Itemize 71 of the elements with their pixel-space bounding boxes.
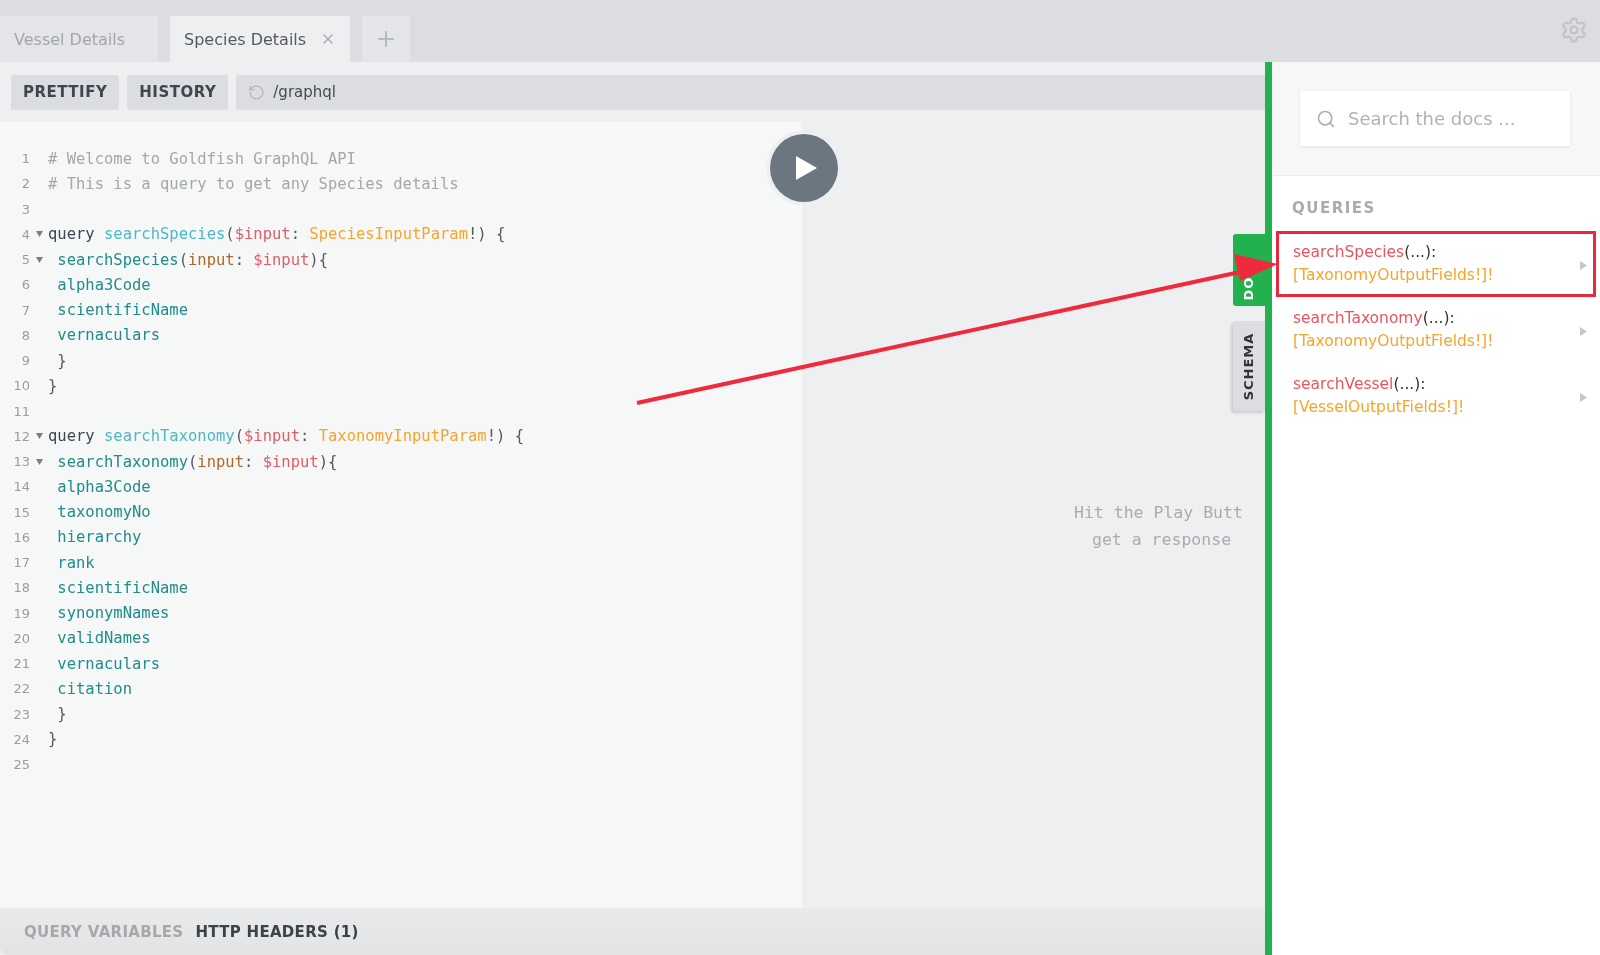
expand-caret-icon [1580, 327, 1587, 336]
code-line: synonymNames [56, 604, 170, 623]
toolbar-button[interactable]: HISTORY [127, 74, 229, 110]
expand-caret-icon [1580, 393, 1587, 402]
result-hint-text: Hit the Play Butt [1074, 502, 1243, 524]
side-tab[interactable]: SCHEMA [1233, 321, 1265, 411]
code-line: validNames [56, 629, 151, 648]
code-line: } [56, 351, 67, 370]
code-line: alpha3Code [56, 477, 151, 496]
code-line: query searchTaxonomy($input: TaxonomyInputParam!) { [48, 427, 524, 446]
code-line: scientificName [56, 578, 188, 597]
line-number: 12 [12, 428, 30, 444]
line-number: 19 [12, 605, 30, 621]
url-text: /graphql [273, 83, 336, 101]
line-number: 5 [20, 252, 30, 268]
docs-search-field[interactable]: Search the docs ... [1300, 91, 1570, 146]
line-number: 2 [20, 176, 30, 192]
code-line: } [48, 730, 58, 749]
code-line: query searchSpecies($input: SpeciesInputParam!) { [48, 225, 506, 244]
line-number: 24 [12, 731, 30, 747]
query-item[interactable]: searchTaxonomy(...): [TaxonomyOutputFields!]! [1276, 297, 1596, 363]
code-line: hierarchy [56, 528, 142, 547]
line-number: 1 [20, 151, 30, 167]
code-line: # This is a query to get any Species details [48, 174, 459, 193]
code-line: scientificName [56, 301, 188, 320]
fold-caret-icon[interactable] [35, 256, 43, 263]
line-number: 10 [12, 378, 30, 394]
line-number: 3 [20, 201, 30, 217]
code-line: vernaculars [56, 326, 160, 345]
line-number: 6 [20, 277, 30, 293]
panel-tab[interactable]: HTTP HEADERS (1) [195, 922, 359, 941]
line-number: 8 [20, 327, 30, 343]
line-number: 7 [20, 302, 30, 318]
fold-caret-icon[interactable] [35, 433, 43, 440]
code-line: rank [56, 553, 95, 572]
editor-tab[interactable]: Species Details [170, 16, 351, 62]
fold-caret-icon[interactable] [35, 458, 43, 465]
line-number: 11 [12, 403, 30, 419]
line-number: 20 [12, 630, 30, 646]
line-number: 17 [12, 555, 30, 571]
query-item[interactable]: searchVessel(...): [VesselOutputFields!]! [1276, 363, 1596, 429]
query-item[interactable]: searchSpecies(...): [TaxonomyOutputFields!]! [1276, 231, 1596, 297]
code-line: # Welcome to Goldfish GraphQL API [48, 149, 356, 168]
line-number: 18 [12, 580, 30, 596]
toolbar-button[interactable]: PRETTIFY [11, 74, 120, 110]
line-number: 14 [12, 479, 30, 495]
line-number: 21 [12, 656, 30, 672]
line-number: 22 [12, 681, 30, 697]
line-number: 23 [12, 706, 30, 722]
result-hint-text: get a response [1092, 529, 1232, 551]
code-line: vernaculars [56, 654, 160, 673]
play-button[interactable] [770, 134, 838, 202]
fold-caret-icon[interactable] [35, 231, 43, 238]
code-line: alpha3Code [56, 275, 151, 294]
play-icon [796, 156, 817, 180]
code-line: taxonomyNo [56, 503, 151, 522]
line-number: 13 [12, 454, 30, 470]
expand-caret-icon [1580, 261, 1587, 270]
code-line: } [48, 376, 58, 395]
code-line: citation [56, 679, 132, 698]
line-number: 4 [20, 226, 30, 242]
line-number: 15 [12, 504, 30, 520]
code-line: searchSpecies(input: $input){ [56, 250, 328, 269]
code-line: } [56, 705, 67, 724]
line-number: 9 [20, 353, 30, 369]
search-icon [1316, 109, 1336, 129]
line-number: 25 [12, 757, 30, 773]
line-number: 16 [12, 529, 30, 545]
section-heading: QUERIES [1292, 199, 1377, 217]
code-line: searchTaxonomy(input: $input){ [56, 452, 338, 471]
url-field[interactable]: /graphql [236, 74, 1265, 110]
